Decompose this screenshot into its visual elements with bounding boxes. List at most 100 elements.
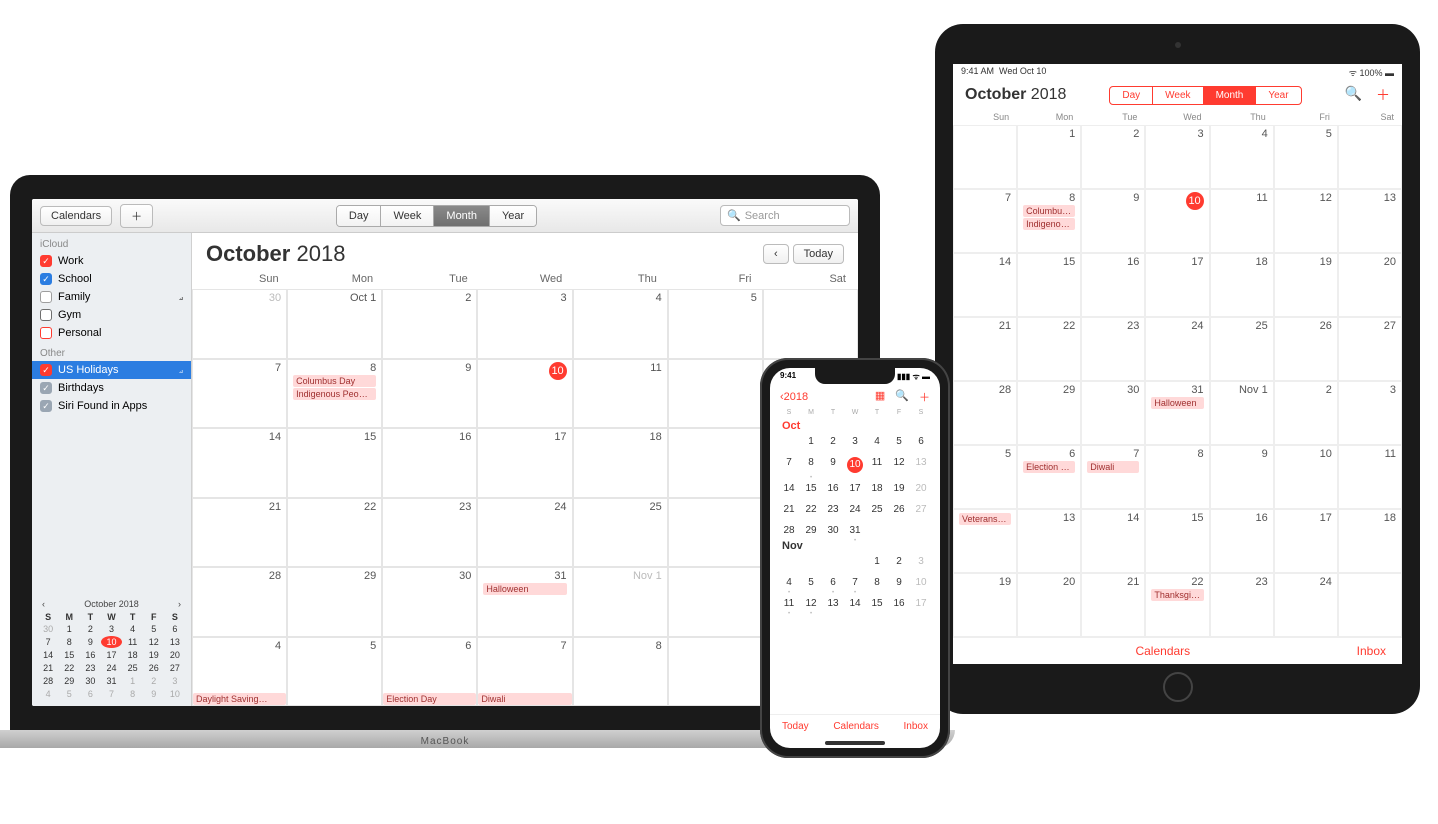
day-cell[interactable]: Nov 1	[1210, 381, 1274, 445]
mini-day[interactable]: 20	[165, 649, 185, 661]
day-cell[interactable]: 21	[1081, 573, 1145, 637]
sidebar-item-school[interactable]: ✓School	[32, 270, 191, 288]
day-cell[interactable]	[1338, 573, 1402, 637]
day-cell[interactable]: 15	[800, 483, 822, 494]
mini-day[interactable]: 9	[80, 636, 100, 648]
mini-day[interactable]: 6	[80, 688, 100, 700]
calendars-button[interactable]: Calendars	[833, 721, 879, 732]
mini-day[interactable]: 18	[123, 649, 143, 661]
day-cell[interactable]: 6Election Day	[382, 637, 477, 707]
mini-day[interactable]: 1	[123, 675, 143, 687]
day-cell[interactable]: 19	[1274, 253, 1338, 317]
back-button[interactable]: ‹2018	[780, 391, 808, 403]
inbox-button[interactable]: Inbox	[1357, 644, 1386, 658]
day-cell[interactable]: 29	[800, 525, 822, 536]
day-cell[interactable]: 31Halloween	[477, 567, 572, 637]
sidebar-item-us-holidays[interactable]: ✓US Holidays⟓	[32, 361, 191, 379]
day-cell[interactable]: 4	[1210, 125, 1274, 189]
mini-day[interactable]: 30	[38, 623, 58, 635]
day-cell[interactable]	[668, 359, 763, 429]
mini-day[interactable]: 9	[144, 688, 164, 700]
mini-day[interactable]: 12	[144, 636, 164, 648]
day-cell[interactable]: 25	[573, 498, 668, 568]
day-cell[interactable]: 7Diwali	[1081, 445, 1145, 509]
prev-button[interactable]: ‹	[763, 244, 789, 264]
mini-day[interactable]: 31	[101, 675, 121, 687]
day-cell[interactable]: 7	[953, 189, 1017, 253]
mini-day[interactable]: 13	[165, 636, 185, 648]
home-indicator[interactable]	[825, 741, 885, 745]
day-cell[interactable]: 26	[1274, 317, 1338, 381]
day-cell[interactable]: 10	[910, 577, 932, 588]
day-cell[interactable]: 4Daylight Saving…	[192, 637, 287, 707]
mini-day[interactable]: 4	[123, 623, 143, 635]
event-pill[interactable]: Diwali	[478, 693, 571, 705]
view-day[interactable]: Day	[337, 206, 382, 226]
day-cell[interactable]: 31Halloween	[1145, 381, 1209, 445]
day-cell[interactable]: 14	[192, 428, 287, 498]
day-cell[interactable]: 24	[844, 504, 866, 515]
day-cell[interactable]: 8Columbus DayIndigenous Peop…	[1017, 189, 1081, 253]
sidebar-item-personal[interactable]: Personal	[32, 324, 191, 342]
mini-day[interactable]: 6	[165, 623, 185, 635]
mini-day[interactable]: 28	[38, 675, 58, 687]
day-cell[interactable]	[953, 125, 1017, 189]
day-cell[interactable]: Oct 1	[287, 289, 382, 359]
mini-day[interactable]: 25	[123, 662, 143, 674]
day-cell[interactable]: 4	[778, 577, 800, 588]
mini-day[interactable]: 21	[38, 662, 58, 674]
mini-day[interactable]: 24	[101, 662, 121, 674]
search-icon[interactable]: 🔍	[1345, 85, 1362, 105]
day-cell[interactable]: 28	[778, 525, 800, 536]
event-pill[interactable]: Veterans Day (o…	[959, 513, 1011, 525]
sidebar-item-siri-found-in-apps[interactable]: ✓Siri Found in Apps	[32, 397, 191, 415]
mini-day[interactable]: 8	[123, 688, 143, 700]
day-cell[interactable]: 6Election Day	[1017, 445, 1081, 509]
day-cell[interactable]: 26	[888, 504, 910, 515]
mini-day[interactable]: 3	[165, 675, 185, 687]
day-cell[interactable]: 15	[1017, 253, 1081, 317]
day-cell[interactable]: 8	[866, 577, 888, 588]
view-month[interactable]: Month	[1204, 87, 1257, 104]
day-cell[interactable]: 22	[800, 504, 822, 515]
day-cell[interactable]: 9	[1081, 189, 1145, 253]
mini-day[interactable]: 30	[80, 675, 100, 687]
day-cell[interactable]: 19	[888, 483, 910, 494]
inbox-button[interactable]: Inbox	[904, 721, 928, 732]
day-cell[interactable]: 24	[1274, 573, 1338, 637]
mini-day[interactable]: 14	[38, 649, 58, 661]
day-cell[interactable]: 20	[910, 483, 932, 494]
day-cell[interactable]: 7	[844, 577, 866, 588]
day-cell[interactable]: 17	[477, 428, 572, 498]
view-week[interactable]: Week	[1153, 87, 1203, 104]
day-cell[interactable]: 13	[822, 598, 844, 609]
day-cell[interactable]: 30	[822, 525, 844, 536]
event-pill[interactable]: Diwali	[1087, 461, 1139, 473]
day-cell[interactable]: 17	[910, 598, 932, 609]
day-cell[interactable]: 20	[1338, 253, 1402, 317]
day-cell[interactable]: 5	[287, 637, 382, 707]
event-pill[interactable]: Indigenous Peop…	[1023, 218, 1075, 230]
mini-day[interactable]: 2	[80, 623, 100, 635]
day-cell[interactable]: 18	[1338, 509, 1402, 573]
mini-day[interactable]: 8	[59, 636, 79, 648]
view-month[interactable]: Month	[434, 206, 490, 226]
day-cell[interactable]	[668, 637, 763, 707]
day-cell[interactable]: 24	[1145, 317, 1209, 381]
day-cell[interactable]: 21	[953, 317, 1017, 381]
day-cell[interactable]: 13	[1338, 189, 1402, 253]
day-cell[interactable]: 20	[1017, 573, 1081, 637]
mini-day[interactable]: 3	[101, 623, 121, 635]
day-cell[interactable]: 16	[1210, 509, 1274, 573]
day-cell[interactable]: 11	[1338, 445, 1402, 509]
day-cell[interactable]: 1	[1017, 125, 1081, 189]
mini-day[interactable]: 10	[101, 636, 121, 648]
ipad-home-button[interactable]	[1163, 672, 1193, 702]
day-cell[interactable]: 11	[1210, 189, 1274, 253]
day-cell[interactable]: 21	[192, 498, 287, 568]
calendars-button[interactable]: Calendars	[40, 206, 112, 226]
sidebar-item-work[interactable]: ✓Work	[32, 252, 191, 270]
day-cell[interactable]	[866, 525, 888, 536]
day-cell[interactable]: 11	[778, 598, 800, 609]
day-cell[interactable]	[668, 567, 763, 637]
